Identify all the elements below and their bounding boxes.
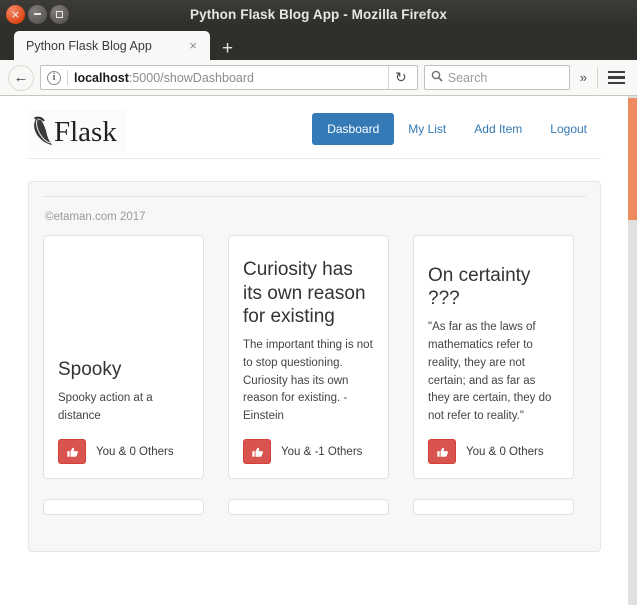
- browser-toolbar: ← i localhost:5000/showDashboard ↻ »: [0, 60, 637, 96]
- nav-item-dashboard[interactable]: Dasboard: [312, 113, 395, 145]
- post-title: On certainty ???: [428, 264, 531, 309]
- thumbs-up-icon: [436, 447, 448, 457]
- post-text: The important thing is not to stop quest…: [243, 338, 373, 423]
- post-card[interactable]: Spooky Spooky action at a distance You &…: [43, 235, 204, 479]
- toolbar-divider: [597, 66, 598, 89]
- panel-divider: [43, 196, 586, 197]
- browser-tab[interactable]: Python Flask Blog App ×: [14, 31, 210, 60]
- post-card[interactable]: Curiosity has its own reason for existin…: [228, 235, 389, 479]
- back-icon[interactable]: ←: [8, 64, 34, 91]
- post-card[interactable]: [228, 499, 389, 515]
- like-count-label: You & 0 Others: [466, 445, 544, 458]
- card-row-2: [43, 499, 586, 515]
- window-title: Python Flask Blog App - Mozilla Firefox: [190, 6, 447, 22]
- like-row: You & -1 Others: [243, 439, 374, 464]
- url-path: :5000/showDashboard: [128, 70, 254, 85]
- svg-text:Flask: Flask: [54, 116, 117, 148]
- post-title: Spooky: [58, 359, 122, 381]
- search-icon: [431, 70, 443, 85]
- overflow-menu-icon[interactable]: »: [576, 70, 591, 85]
- like-button[interactable]: [58, 439, 86, 464]
- flask-logo[interactable]: Flask: [28, 110, 126, 152]
- url-text: localhost:5000/showDashboard: [74, 71, 382, 85]
- copyright-text: ©etaman.com 2017: [45, 211, 146, 223]
- url-divider: [67, 70, 68, 85]
- page-info-icon[interactable]: i: [47, 70, 61, 85]
- post-text: "As far as the laws of mathematics refer…: [428, 321, 552, 423]
- page-viewport: Flask Dasboard My List Add Item Logout ©…: [0, 96, 637, 605]
- thumbs-up-icon: [66, 447, 78, 457]
- search-box[interactable]: [423, 65, 570, 90]
- post-card[interactable]: [43, 499, 204, 515]
- like-row: You & 0 Others: [428, 439, 559, 464]
- web-page: Flask Dasboard My List Add Item Logout ©…: [0, 96, 629, 552]
- site-navbar: Flask Dasboard My List Add Item Logout: [0, 96, 629, 158]
- navbar-divider: [28, 158, 601, 159]
- hamburger-menu-icon[interactable]: [604, 70, 629, 85]
- page-scrollbar[interactable]: [628, 96, 637, 605]
- post-title: Curiosity has its own reason for existin…: [243, 259, 366, 327]
- like-button[interactable]: [428, 439, 456, 464]
- search-input[interactable]: [447, 70, 563, 85]
- card-row-1: Spooky Spooky action at a distance You &…: [43, 235, 586, 479]
- close-tab-icon[interactable]: ×: [184, 38, 202, 53]
- url-bar[interactable]: i localhost:5000/showDashboard ↻: [40, 65, 418, 90]
- tab-bar: Python Flask Blog App × +: [0, 28, 637, 60]
- tab-title: Python Flask Blog App: [26, 38, 152, 53]
- dashboard-panel: ©etaman.com 2017 Spooky Spooky action at…: [28, 181, 601, 552]
- scrollbar-thumb[interactable]: [628, 98, 637, 220]
- post-card[interactable]: On certainty ??? "As far as the laws of …: [413, 235, 574, 479]
- nav-item-add-item[interactable]: Add Item: [460, 113, 536, 145]
- thumbs-up-icon: [251, 447, 263, 457]
- post-card[interactable]: [413, 499, 574, 515]
- url-host: localhost: [74, 70, 129, 85]
- new-tab-icon[interactable]: +: [210, 39, 243, 60]
- window-titlebar: × Python Flask Blog App - Mozilla Firefo…: [0, 0, 637, 28]
- like-row: You & 0 Others: [58, 439, 189, 464]
- firefox-window: × Python Flask Blog App - Mozilla Firefo…: [0, 0, 637, 605]
- like-count-label: You & -1 Others: [281, 445, 363, 458]
- nav-item-my-list[interactable]: My List: [394, 113, 460, 145]
- reload-icon[interactable]: ↻: [388, 66, 411, 89]
- like-count-label: You & 0 Others: [96, 445, 174, 458]
- nav-item-logout[interactable]: Logout: [536, 113, 601, 145]
- like-button[interactable]: [243, 439, 271, 464]
- post-text: Spooky action at a distance: [58, 392, 153, 423]
- site-nav-links: Dasboard My List Add Item Logout: [312, 110, 601, 145]
- flask-logo-svg: Flask: [34, 116, 117, 148]
